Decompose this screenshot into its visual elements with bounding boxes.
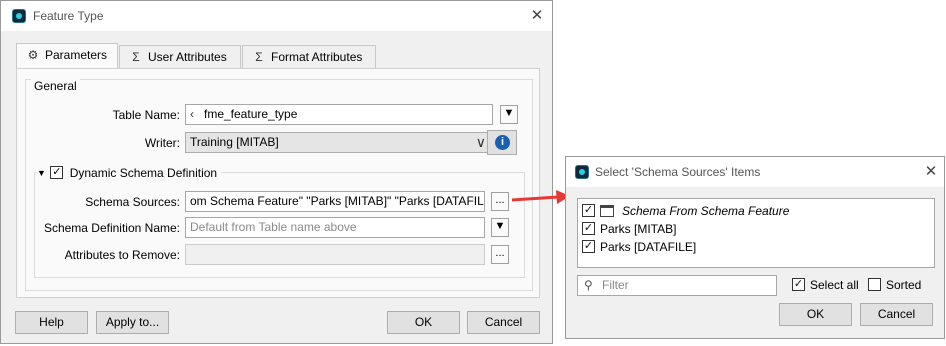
list-item-label: Parks [DATAFILE]	[600, 240, 697, 254]
list-item[interactable]: ✓ Parks [DATAFILE]	[578, 238, 934, 256]
search-icon: ⚲	[584, 278, 593, 292]
writer-value: Training [MITAB]	[190, 135, 279, 149]
chevron-down-icon: ∨	[475, 134, 486, 150]
apply-to-button[interactable]: Apply to...	[96, 311, 169, 334]
table-name-value: fme_feature_type	[204, 107, 298, 121]
schema-definition-name-field[interactable]: Default from Table name above	[185, 217, 485, 238]
list-item-label: Parks [MITAB]	[600, 222, 677, 236]
general-group-title: General	[31, 79, 80, 93]
sigma-tag-icon: Σ	[255, 50, 263, 64]
tab-parameters-label: Parameters	[45, 48, 108, 62]
info-icon: i	[495, 135, 510, 150]
dialog-title: Feature Type	[33, 9, 104, 23]
select-title-bar: Select 'Schema Sources' Items ✕	[566, 157, 944, 187]
schema-definition-placeholder: Default from Table name above	[190, 220, 357, 234]
table-name-label: Table Name:	[112, 108, 180, 122]
cancel-button[interactable]: Cancel	[467, 311, 540, 334]
title-bar: Feature Type ✕	[1, 1, 552, 31]
tab-format-attributes-label: Format Attributes	[271, 50, 363, 64]
dynamic-schema-checkbox[interactable]: ✓	[50, 166, 64, 180]
fme-app-icon	[575, 165, 589, 179]
tab-user-attributes-label: User Attributes	[148, 50, 227, 64]
item-checkbox[interactable]: ✓	[582, 204, 595, 217]
item-checkbox[interactable]: ✓	[582, 222, 595, 235]
writer-label: Writer:	[144, 136, 180, 150]
writer-info-button[interactable]: i	[487, 130, 517, 155]
select-cancel-button[interactable]: Cancel	[860, 303, 933, 326]
item-checkbox[interactable]: ✓	[582, 240, 595, 253]
select-ok-button[interactable]: OK	[779, 303, 852, 326]
parameters-panel: General Table Name: ‹ fme_feature_type ▼ …	[16, 68, 540, 298]
ok-button[interactable]: OK	[387, 311, 460, 334]
schema-definition-dropdown-button[interactable]: ▼	[491, 218, 509, 237]
list-item[interactable]: ✓ Parks [MITAB]	[578, 220, 934, 238]
help-button[interactable]: Help	[15, 311, 88, 334]
pointer-arrow	[511, 190, 570, 204]
schema-sources-value: om Schema Feature" "Parks [MITAB]" "Park…	[190, 194, 485, 208]
schema-sources-label: Schema Sources:	[85, 195, 180, 209]
schema-sources-list: ✓ Schema From Schema Feature ✓ Parks [MI…	[577, 198, 935, 268]
close-icon[interactable]: ✕	[923, 164, 939, 180]
writer-select[interactable]: Training [MITAB] ∨	[185, 132, 493, 153]
select-dialog-title: Select 'Schema Sources' Items	[595, 165, 761, 179]
schema-sources-ellipsis-button[interactable]: ...	[491, 192, 509, 211]
table-name-field[interactable]: ‹ fme_feature_type	[185, 104, 493, 125]
attributes-to-remove-field	[185, 244, 485, 265]
tab-parameters[interactable]: ⚙ Parameters	[16, 43, 118, 69]
sorted-label: Sorted	[886, 278, 922, 292]
gear-icon: ⚙	[27, 48, 39, 62]
schema-definition-name-label: Schema Definition Name:	[43, 221, 180, 235]
collapse-triangle-icon[interactable]: ▼	[37, 168, 47, 178]
schema-feature-icon	[600, 205, 614, 217]
dynamic-schema-header: ▼ ✓ Dynamic Schema Definition	[37, 165, 222, 181]
sorted-checkbox[interactable]	[868, 278, 881, 291]
select-schema-sources-dialog: Select 'Schema Sources' Items ✕ ✓ Schema…	[565, 156, 945, 339]
schema-sources-field[interactable]: om Schema Feature" "Parks [MITAB]" "Park…	[185, 191, 485, 212]
list-item-label: Schema From Schema Feature	[622, 204, 790, 218]
filter-input[interactable]: ⚲ Filter	[577, 275, 777, 296]
attribute-value-icon: ‹	[190, 107, 194, 121]
feature-type-dialog: Feature Type ✕ ⚙ Parameters Σ User Attribu…	[0, 0, 553, 344]
dynamic-schema-title: Dynamic Schema Definition	[69, 165, 218, 180]
select-all-label: Select all	[810, 278, 859, 292]
fme-app-icon	[12, 9, 26, 23]
attributes-to-remove-label: Attributes to Remove:	[64, 248, 180, 262]
select-all-checkbox[interactable]: ✓	[792, 278, 805, 291]
attributes-to-remove-ellipsis-button[interactable]: ...	[491, 245, 509, 264]
tab-user-attributes[interactable]: Σ User Attributes	[119, 45, 241, 69]
close-icon[interactable]: ✕	[529, 8, 545, 24]
tab-format-attributes[interactable]: Σ Format Attributes	[242, 45, 376, 69]
table-name-dropdown-button[interactable]: ▼	[500, 105, 518, 124]
sigma-tag-icon: Σ	[132, 50, 140, 64]
filter-placeholder: Filter	[602, 278, 629, 292]
list-item[interactable]: ✓ Schema From Schema Feature	[578, 202, 934, 220]
